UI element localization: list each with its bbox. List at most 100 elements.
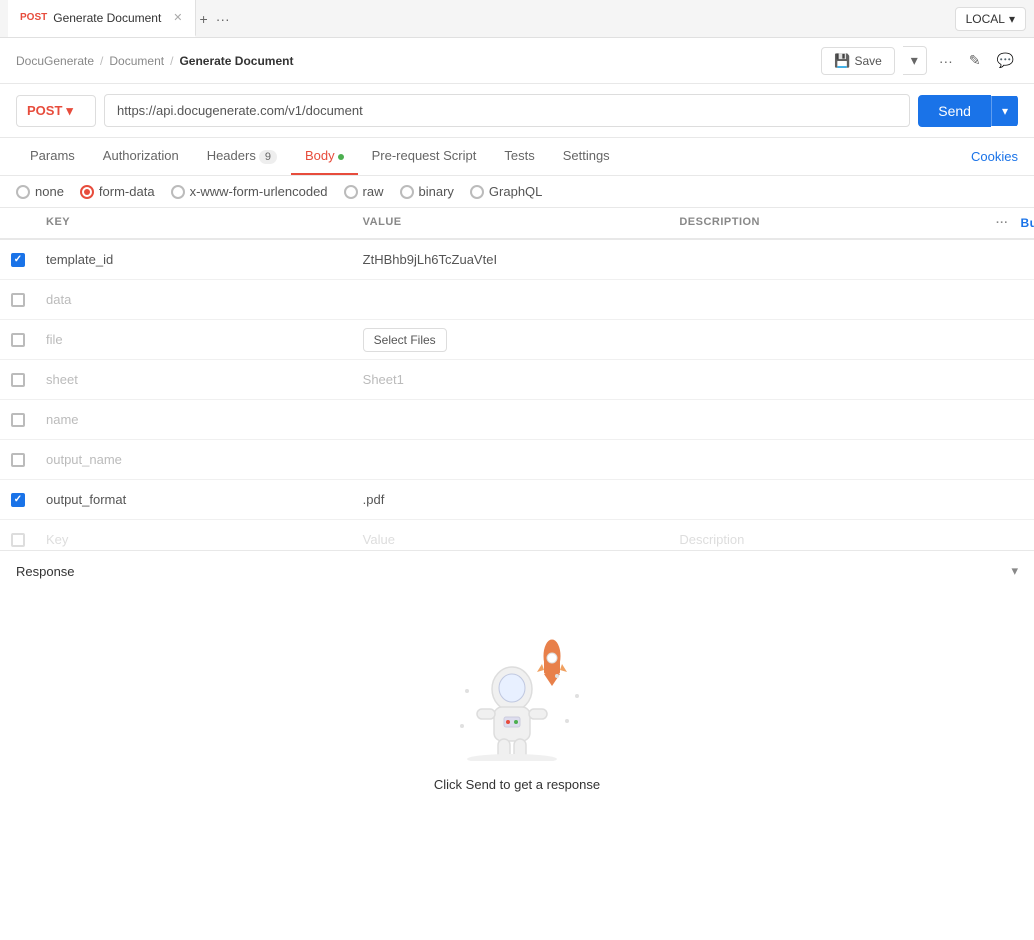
- new-tab-button[interactable]: +: [196, 7, 212, 31]
- tab-method-badge: POST: [20, 12, 47, 23]
- breadcrumb-document[interactable]: Document: [109, 54, 164, 68]
- table-row: name: [0, 400, 1034, 440]
- body-type-none[interactable]: none: [16, 184, 64, 199]
- params-table: template_id ZtHBhb9jLh6TcZuaVteI data fi…: [0, 240, 1034, 550]
- tab-tests[interactable]: Tests: [490, 138, 548, 175]
- radio-graphql-label: GraphQL: [489, 184, 542, 199]
- row-checkbox-file[interactable]: [0, 333, 36, 347]
- tab-body[interactable]: Body: [291, 138, 358, 175]
- desc-cell-data[interactable]: [669, 294, 986, 306]
- radio-raw-label: raw: [363, 184, 384, 199]
- body-type-urlencoded[interactable]: x-www-form-urlencoded: [171, 184, 328, 199]
- bulk-edit-button[interactable]: Bulk Edit: [1012, 216, 1034, 230]
- desc-cell-output-format[interactable]: [669, 494, 986, 506]
- send-dropdown-button[interactable]: ▾: [991, 96, 1018, 126]
- env-label: LOCAL: [966, 12, 1005, 26]
- tab-headers-label: Headers: [207, 148, 256, 163]
- row-actions-output-name: [986, 454, 1034, 466]
- tab-headers[interactable]: Headers9: [193, 138, 291, 175]
- desc-cell-output-name[interactable]: [669, 454, 986, 466]
- desc-cell-name[interactable]: [669, 414, 986, 426]
- row-checkbox-name[interactable]: [0, 413, 36, 427]
- checkbox-icon[interactable]: [11, 413, 25, 427]
- row-checkbox-sheet[interactable]: [0, 373, 36, 387]
- select-files-button[interactable]: Select Files: [363, 328, 447, 352]
- value-cell-sheet[interactable]: Sheet1: [353, 366, 670, 393]
- empty-response-area: Click Send to get a response: [0, 591, 1034, 852]
- method-label: POST: [27, 103, 62, 118]
- tab-close-icon[interactable]: ✕: [173, 11, 182, 24]
- body-type-graphql[interactable]: GraphQL: [470, 184, 542, 199]
- radio-urlencoded-label: x-www-form-urlencoded: [190, 184, 328, 199]
- method-selector[interactable]: POST ▾: [16, 95, 96, 127]
- save-dropdown-button[interactable]: ▾: [903, 46, 927, 75]
- active-request-tab[interactable]: POST Generate Document ✕: [8, 0, 196, 37]
- new-row-actions: [986, 534, 1034, 546]
- body-dot-indicator: [338, 154, 344, 160]
- value-cell-output-format[interactable]: .pdf: [353, 486, 670, 513]
- radio-graphql-icon: [470, 185, 484, 199]
- cookies-link[interactable]: Cookies: [971, 149, 1018, 164]
- key-cell-sheet[interactable]: sheet: [36, 366, 353, 393]
- key-cell-file[interactable]: file: [36, 326, 353, 353]
- body-type-form-data[interactable]: form-data: [80, 184, 155, 199]
- new-row: Key Value Description: [0, 520, 1034, 550]
- environment-selector[interactable]: LOCAL ▾: [955, 7, 1026, 31]
- edit-button[interactable]: ✎: [965, 48, 985, 73]
- save-button[interactable]: 💾 Save: [821, 47, 895, 75]
- row-checkbox-data[interactable]: [0, 293, 36, 307]
- breadcrumb-more-button[interactable]: ···: [935, 49, 957, 73]
- desc-cell-file[interactable]: [669, 334, 986, 346]
- row-checkbox-template-id[interactable]: [0, 253, 36, 267]
- key-cell-output-name[interactable]: output_name: [36, 446, 353, 473]
- breadcrumb-docugenerate[interactable]: DocuGenerate: [16, 54, 94, 68]
- radio-binary-label: binary: [419, 184, 454, 199]
- tab-params[interactable]: Params: [16, 138, 89, 175]
- new-row-value[interactable]: Value: [353, 526, 670, 550]
- row-actions-output-format: [986, 494, 1034, 506]
- radio-formdata-icon: [80, 185, 94, 199]
- key-cell-template-id[interactable]: template_id: [36, 246, 353, 273]
- body-type-binary[interactable]: binary: [400, 184, 454, 199]
- tab-settings[interactable]: Settings: [549, 138, 624, 175]
- url-input[interactable]: [104, 94, 910, 127]
- send-button-group: Send ▾: [918, 95, 1018, 127]
- more-tabs-button[interactable]: ···: [212, 7, 234, 31]
- row-actions-file: [986, 334, 1034, 346]
- table-row: output_name: [0, 440, 1034, 480]
- body-type-raw[interactable]: raw: [344, 184, 384, 199]
- astronaut-illustration: [447, 631, 587, 761]
- send-button[interactable]: Send: [918, 95, 991, 127]
- row-actions-sheet: [986, 374, 1034, 386]
- row-checkbox-output-format[interactable]: [0, 493, 36, 507]
- save-label: Save: [854, 54, 881, 68]
- new-row-description[interactable]: Description: [669, 526, 986, 550]
- checkbox-icon[interactable]: [11, 333, 25, 347]
- key-cell-name[interactable]: name: [36, 406, 353, 433]
- desc-cell-template-id[interactable]: [669, 254, 986, 266]
- value-cell-output-name[interactable]: [353, 454, 670, 466]
- desc-cell-sheet[interactable]: [669, 374, 986, 386]
- key-cell-output-format[interactable]: output_format: [36, 486, 353, 513]
- col-description: DESCRIPTION: [669, 208, 986, 238]
- value-cell-name[interactable]: [353, 414, 670, 426]
- row-checkbox-output-name[interactable]: [0, 453, 36, 467]
- value-cell-template-id[interactable]: ZtHBhb9jLh6TcZuaVteI: [353, 246, 670, 273]
- checkbox-icon[interactable]: [11, 293, 25, 307]
- env-chevron-icon: ▾: [1009, 12, 1015, 26]
- tab-authorization[interactable]: Authorization: [89, 138, 193, 175]
- row-actions-name: [986, 414, 1034, 426]
- table-more-icon[interactable]: ···: [996, 217, 1009, 229]
- tab-pre-request[interactable]: Pre-request Script: [358, 138, 491, 175]
- response-section-header[interactable]: Response ▾: [0, 550, 1034, 591]
- value-cell-data[interactable]: [353, 294, 670, 306]
- checkbox-icon[interactable]: [11, 493, 25, 507]
- checkbox-icon[interactable]: [11, 453, 25, 467]
- checkbox-icon[interactable]: [11, 373, 25, 387]
- checkbox-icon[interactable]: [11, 253, 25, 267]
- key-cell-data[interactable]: data: [36, 286, 353, 313]
- value-cell-file: Select Files: [353, 322, 670, 358]
- new-row-key[interactable]: Key: [36, 526, 353, 550]
- comment-button[interactable]: 💬: [993, 48, 1018, 73]
- table-row: sheet Sheet1: [0, 360, 1034, 400]
